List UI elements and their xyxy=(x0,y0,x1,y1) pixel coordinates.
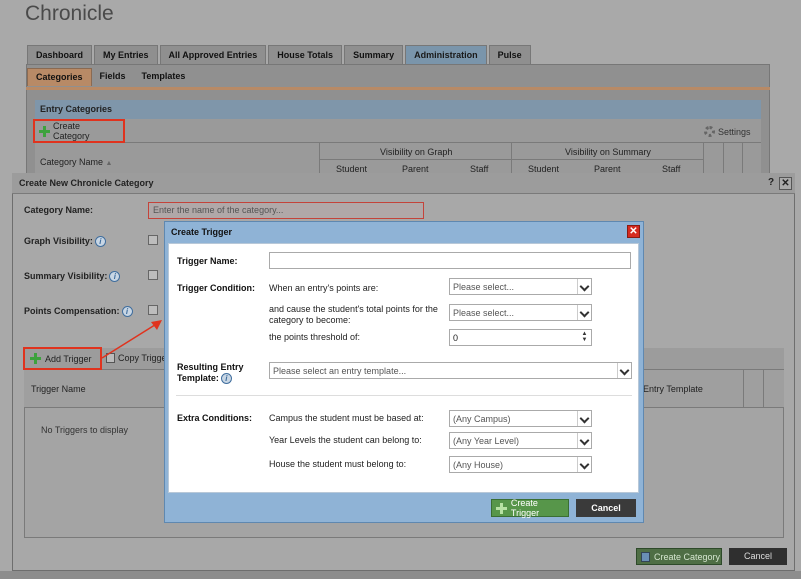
entry-points-value: Please select... xyxy=(453,282,515,292)
dropdown-button xyxy=(577,279,591,294)
dropdown-button xyxy=(577,457,591,472)
extra-conditions-label: Extra Conditions: xyxy=(177,413,253,423)
total-points-select[interactable]: Please select... xyxy=(449,304,592,321)
info-icon[interactable]: i xyxy=(220,373,232,385)
divider xyxy=(176,395,632,396)
plus-icon xyxy=(496,502,507,514)
cond-points-text: When an entry's points are: xyxy=(269,283,379,293)
year-level-select[interactable]: (Any Year Level) xyxy=(449,432,592,449)
trigger-name-input[interactable] xyxy=(269,252,631,269)
entry-template-select[interactable]: Please select an entry template... xyxy=(269,362,632,379)
year-level-text: Year Levels the student can belong to: xyxy=(269,435,422,445)
chevron-down-icon xyxy=(579,435,590,446)
modal-title: Create Trigger xyxy=(171,227,233,237)
chevron-down-icon xyxy=(619,365,630,376)
campus-select[interactable]: (Any Campus) xyxy=(449,410,592,427)
chevron-down-icon xyxy=(579,459,590,470)
campus-text: Campus the student must be based at: xyxy=(269,413,424,423)
house-value: (Any House) xyxy=(453,460,504,470)
resulting-template-label: Resulting Entry Template: i xyxy=(177,362,262,385)
entry-points-select[interactable]: Please select... xyxy=(449,278,592,295)
stepper-arrows-icon[interactable]: ▲ ▼ xyxy=(579,331,590,343)
year-level-value: (Any Year Level) xyxy=(453,436,520,446)
dropdown-button xyxy=(577,433,591,448)
entry-template-value: Please select an entry template... xyxy=(273,366,407,376)
campus-value: (Any Campus) xyxy=(453,414,511,424)
cond-total-text: and cause the student's total points for… xyxy=(269,304,438,325)
resulting-template-text: Resulting Entry Template: xyxy=(177,362,244,383)
trigger-name-label: Trigger Name: xyxy=(177,256,238,266)
chevron-down-icon xyxy=(579,281,590,292)
chevron-down-icon xyxy=(579,413,590,424)
cond-threshold-text: the points threshold of: xyxy=(269,332,361,342)
create-trigger-button[interactable]: Create Trigger xyxy=(491,498,569,518)
dropdown-button xyxy=(617,363,631,378)
chevron-down-icon xyxy=(579,307,590,318)
modal-close-button[interactable]: ✕ xyxy=(627,225,640,238)
dropdown-button xyxy=(577,411,591,426)
house-text: House the student must belong to: xyxy=(269,459,407,469)
threshold-stepper[interactable]: 0 ▲ ▼ xyxy=(449,329,592,346)
modal-cancel-button[interactable]: Cancel xyxy=(576,499,636,517)
house-select[interactable]: (Any House) xyxy=(449,456,592,473)
dropdown-button xyxy=(577,305,591,320)
threshold-value: 0 xyxy=(453,333,459,343)
total-points-value: Please select... xyxy=(453,308,515,318)
trigger-condition-label: Trigger Condition: xyxy=(177,283,255,293)
create-trigger-label: Create Trigger xyxy=(510,498,540,518)
